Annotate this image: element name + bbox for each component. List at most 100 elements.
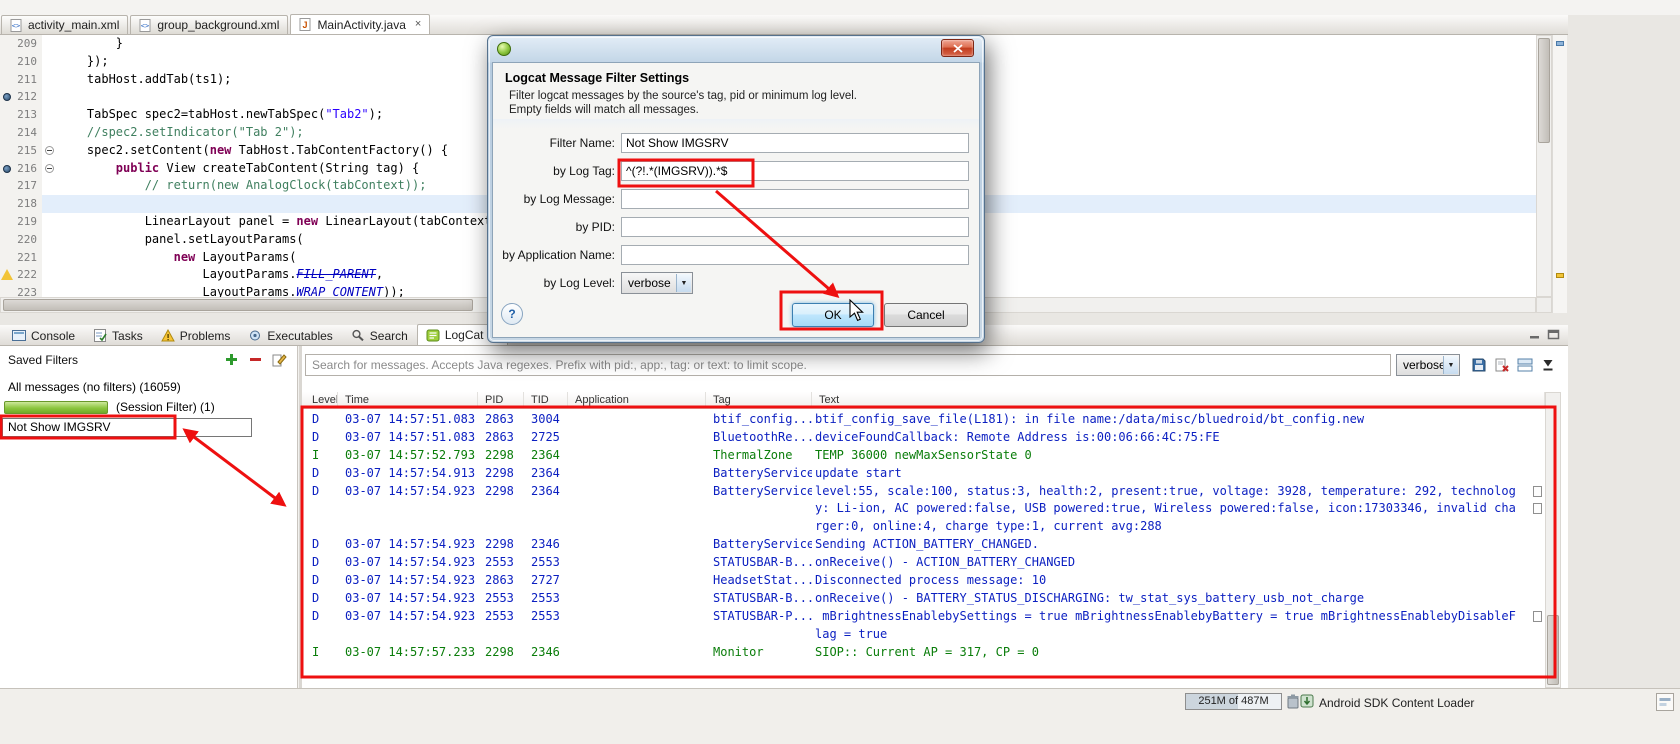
panel-maximize-icon[interactable] [1545,327,1562,342]
logcat-level-select[interactable]: verbose ▼ [1396,354,1460,376]
column-header-time[interactable]: Time [338,392,478,408]
log-row[interactable]: D 03-07 14:57:54.923 2298 2364 BatteryServic… [302,483,1545,501]
fold-column[interactable] [42,159,58,178]
fold-column[interactable] [42,106,58,124]
line-number[interactable]: 218 [14,195,42,213]
breakpoint-icon[interactable] [3,93,11,102]
logcat-vertical-scrollbar[interactable] [1545,392,1561,688]
line-number[interactable]: 211 [14,70,42,89]
gutter-marker-column[interactable] [0,195,14,213]
log-row[interactable]: D 03-07 14:57:54.923 2863 2727 HeadsetStat..… [302,572,1545,590]
gutter-marker-column[interactable] [0,248,14,267]
line-number[interactable]: 213 [14,106,42,124]
column-header-tag[interactable]: Tag [706,392,812,408]
fold-column[interactable] [42,35,58,53]
line-number[interactable]: 217 [14,177,42,196]
line-number[interactable]: 215 [14,141,42,160]
column-header-pid[interactable]: PID [478,392,524,408]
scrollbar-thumb[interactable] [3,299,473,311]
add-filter-button[interactable] [223,351,240,368]
warning-mark[interactable] [1556,273,1564,278]
dialog-close-button[interactable] [941,39,974,57]
save-log-button[interactable] [1468,354,1490,376]
cancel-button[interactable]: Cancel [884,303,968,327]
line-number[interactable]: 212 [14,88,42,107]
fold-column[interactable] [42,212,58,231]
help-button[interactable]: ? [501,303,523,325]
panel-minimize-icon[interactable] [1526,327,1543,342]
progress-view-icon[interactable] [1656,693,1674,711]
scrollbar-thumb[interactable] [1538,38,1550,143]
log-row[interactable]: lag = true [302,626,1545,644]
log-row[interactable]: D 03-07 14:57:51.083 2863 3004 btif_config..… [302,411,1545,429]
fold-column[interactable] [42,177,58,196]
application-name-input[interactable] [621,245,969,265]
gutter-marker-column[interactable] [0,35,14,53]
filter-item-session[interactable]: (Session Filter) (1) [4,400,215,414]
scrollbar-thumb[interactable] [1547,615,1559,685]
column-header-level[interactable]: Level [302,392,338,408]
column-header-tid[interactable]: TID [524,392,568,408]
gutter-marker-column[interactable] [0,123,14,142]
edit-filter-button[interactable] [271,351,288,368]
log-row[interactable]: D 03-07 14:57:54.913 2298 2364 BatteryServic… [302,465,1545,483]
line-number[interactable]: 223 [14,284,42,297]
column-header-application[interactable]: Application [568,392,706,408]
gutter-marker-column[interactable] [0,266,14,285]
log-row[interactable]: I 03-07 14:57:52.793 2298 2364 ThermalZone TE… [302,447,1545,465]
view-tab-executables[interactable]: Executables [239,325,341,345]
filter-item-selected[interactable]: Not Show IMGSRV [2,418,252,437]
log-row[interactable]: I 03-07 14:57:57.233 2298 2346 Monitor SIOP::… [302,644,1545,662]
fold-collapse-icon[interactable] [45,145,54,155]
gutter-marker-column[interactable] [0,88,14,107]
line-number[interactable]: 216 [14,159,42,178]
gutter-marker-column[interactable] [0,212,14,231]
log-row[interactable]: D 03-07 14:57:54.923 2553 2553 STATUSBAR-P..… [302,608,1545,626]
editor-tab-MainActivity.java[interactable]: J MainActivity.java × [290,14,431,34]
line-number[interactable]: 222 [14,266,42,285]
column-header-text[interactable]: Text [812,392,1545,408]
fold-column[interactable] [42,141,58,160]
display-panes-button[interactable] [1514,354,1536,376]
warning-icon[interactable] [1,269,13,281]
fold-column[interactable] [42,266,58,285]
gutter-marker-column[interactable] [0,177,14,196]
view-tab-problems[interactable]: Problems [152,325,240,345]
gutter-marker-column[interactable] [0,159,14,178]
line-number[interactable]: 209 [14,35,42,53]
pid-input[interactable] [621,217,969,237]
editor-tab-group_background.xml[interactable]: <> group_background.xml [130,15,289,34]
logcat-search-input[interactable] [305,354,1391,376]
log-row[interactable]: y: Li-ion, AC powered:false, USB powered… [302,500,1545,518]
autoscroll-button[interactable] [1537,354,1559,376]
line-number[interactable]: 221 [14,248,42,267]
fold-column[interactable] [42,195,58,213]
view-tab-console[interactable]: Console [3,325,84,345]
gutter-marker-column[interactable] [0,52,14,71]
fold-column[interactable] [42,230,58,249]
fold-column[interactable] [42,284,58,297]
log-row[interactable]: D 03-07 14:57:54.923 2553 2553 STATUSBAR-B..… [302,590,1545,608]
line-number[interactable]: 220 [14,230,42,249]
log-level-select[interactable]: verbose ▼ [621,272,693,294]
log-tag-input[interactable] [621,161,969,181]
view-tab-tasks[interactable]: Tasks [84,325,152,345]
annotation-mark[interactable] [1556,41,1564,46]
view-tab-search[interactable]: Search [342,325,417,345]
editor-vertical-scrollbar[interactable] [1536,35,1552,297]
editor-tab-activity_main.xml[interactable]: <> activity_main.xml [1,15,129,34]
ok-button[interactable]: OK [792,303,874,327]
log-row[interactable]: D 03-07 14:57:54.923 2298 2346 BatteryServic… [302,536,1545,554]
line-number[interactable]: 214 [14,123,42,142]
line-number[interactable]: 210 [14,52,42,71]
gutter-marker-column[interactable] [0,230,14,249]
log-row[interactable]: rger:0, online:4, charge type:1, current… [302,518,1545,536]
fold-column[interactable] [42,70,58,89]
gutter-marker-column[interactable] [0,284,14,297]
fold-column[interactable] [42,88,58,107]
remove-filter-button[interactable] [247,351,264,368]
line-number[interactable]: 219 [14,212,42,231]
filter-name-input[interactable] [621,133,969,153]
log-row[interactable]: D 03-07 14:57:51.083 2863 2725 BluetoothRe..… [302,429,1545,447]
tab-close-icon[interactable]: × [415,19,421,30]
